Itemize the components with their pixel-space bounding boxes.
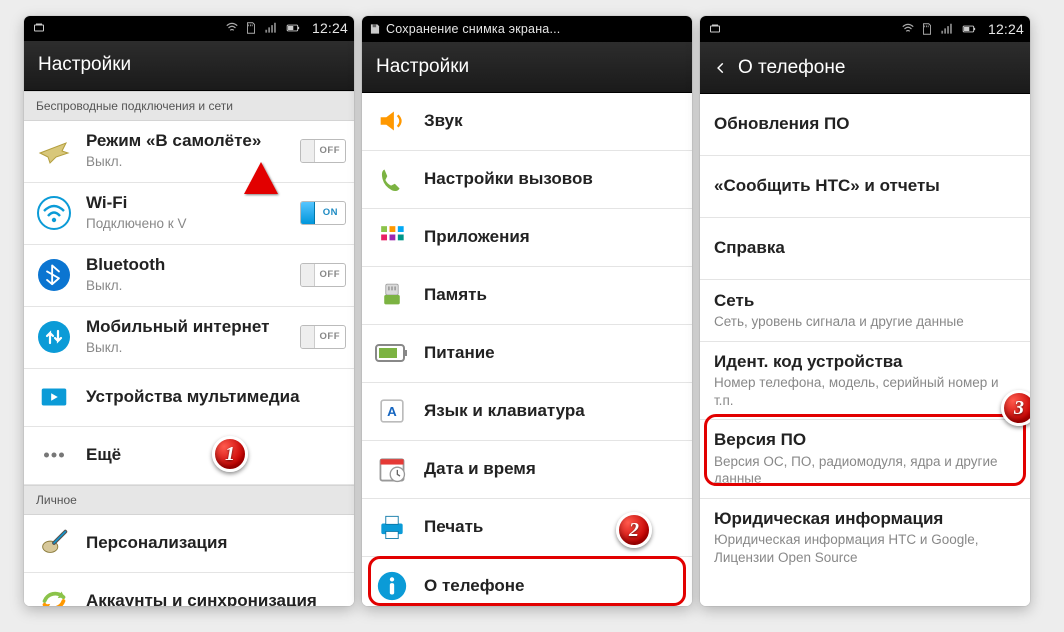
row-mobiledata[interactable]: Мобильный интернет Выкл. OFF bbox=[24, 307, 354, 369]
status-bar: 12:24 bbox=[700, 16, 1030, 42]
row-tellhtc[interactable]: «Сообщить HTC» и отчеты bbox=[700, 156, 1030, 218]
section-wireless: Беспроводные подключения и сети bbox=[24, 91, 354, 121]
row-apps[interactable]: Приложения bbox=[362, 209, 692, 267]
row-network[interactable]: Сеть Сеть, уровень сигнала и другие данн… bbox=[700, 280, 1030, 342]
row-updates[interactable]: Обновления ПО bbox=[700, 94, 1030, 156]
bluetooth-icon bbox=[34, 255, 74, 295]
wifi-icon bbox=[34, 193, 74, 233]
status-bar: 12:24 bbox=[24, 16, 354, 41]
row-about[interactable]: О телефоне bbox=[362, 557, 692, 606]
row-language[interactable]: A Язык и клавиатура bbox=[362, 383, 692, 441]
phone-screenshot-1: 12:24 Настройки Беспроводные подключения… bbox=[24, 16, 354, 606]
screen-title: Настройки bbox=[376, 56, 469, 78]
row-airplane[interactable]: Режим «В самолёте» Выкл. OFF bbox=[24, 121, 354, 183]
clock: 12:24 bbox=[312, 20, 348, 36]
sync-icon bbox=[34, 581, 74, 606]
power-icon bbox=[372, 333, 412, 373]
wifi-icon bbox=[900, 22, 916, 36]
screen-title: Настройки bbox=[38, 54, 131, 76]
mobiledata-toggle[interactable]: OFF bbox=[300, 325, 346, 349]
about-list[interactable]: Обновления ПО «Сообщить HTC» и отчеты Сп… bbox=[700, 94, 1030, 606]
row-swversion[interactable]: Версия ПО Версия ОС, ПО, радиомодуля, яд… bbox=[700, 420, 1030, 498]
airplane-icon bbox=[34, 131, 74, 171]
row-help[interactable]: Справка bbox=[700, 218, 1030, 280]
row-print[interactable]: Печать bbox=[362, 499, 692, 557]
svg-text:A: A bbox=[387, 404, 397, 419]
settings-list[interactable]: Звук Настройки вызовов Приложения Память bbox=[362, 93, 692, 606]
datetime-icon bbox=[372, 449, 412, 489]
print-icon bbox=[372, 507, 412, 547]
sd-icon bbox=[920, 22, 934, 36]
row-sound[interactable]: Звук bbox=[362, 93, 692, 151]
row-legal[interactable]: Юридическая информация Юридическая инфор… bbox=[700, 499, 1030, 576]
row-multimedia[interactable]: Устройства мультимедиа bbox=[24, 369, 354, 427]
more-icon bbox=[34, 435, 74, 475]
windows-icon bbox=[706, 23, 724, 35]
sd-icon bbox=[244, 21, 258, 35]
chevron-left-icon bbox=[714, 57, 728, 79]
language-icon: A bbox=[372, 391, 412, 431]
row-wifi[interactable]: Wi-Fi Подключено к V ON bbox=[24, 183, 354, 245]
signal-icon bbox=[938, 22, 954, 36]
screen-title: О телефоне bbox=[738, 57, 845, 79]
row-personalize[interactable]: Персонализация bbox=[24, 515, 354, 573]
apps-icon bbox=[372, 217, 412, 257]
phone-screenshot-3: 12:24 О телефоне Обновления ПО «Сообщить… bbox=[700, 16, 1030, 606]
windows-icon bbox=[30, 22, 48, 34]
storage-icon bbox=[372, 275, 412, 315]
row-accounts[interactable]: Аккаунты и синхронизация bbox=[24, 573, 354, 607]
row-datetime[interactable]: Дата и время bbox=[362, 441, 692, 499]
row-bluetooth[interactable]: Bluetooth Выкл. OFF bbox=[24, 245, 354, 307]
save-icon bbox=[368, 22, 382, 36]
signal-icon bbox=[262, 21, 278, 35]
row-more[interactable]: Ещё bbox=[24, 427, 354, 485]
battery-icon bbox=[282, 21, 304, 35]
battery-icon bbox=[958, 22, 980, 36]
section-personal: Личное bbox=[24, 485, 354, 515]
personalize-icon bbox=[34, 523, 74, 563]
about-icon bbox=[372, 566, 412, 606]
row-identity[interactable]: Идент. код устройства Номер телефона, мо… bbox=[700, 342, 1030, 420]
bluetooth-toggle[interactable]: OFF bbox=[300, 263, 346, 287]
row-calls[interactable]: Настройки вызовов bbox=[362, 151, 692, 209]
calls-icon bbox=[372, 159, 412, 199]
phone-screenshot-2: Сохранение снимка экрана... Настройки Зв… bbox=[362, 16, 692, 606]
row-title: Режим «В самолёте» bbox=[86, 131, 300, 151]
row-power[interactable]: Питание bbox=[362, 325, 692, 383]
row-storage[interactable]: Память bbox=[362, 267, 692, 325]
row-sub: Выкл. bbox=[86, 153, 300, 171]
airplane-toggle[interactable]: OFF bbox=[300, 139, 346, 163]
saving-text: Сохранение снимка экрана... bbox=[386, 22, 560, 36]
status-bar: Сохранение снимка экрана... bbox=[362, 16, 692, 42]
multimedia-icon bbox=[34, 377, 74, 417]
wifi-icon bbox=[224, 21, 240, 35]
sound-icon bbox=[372, 101, 412, 141]
wifi-toggle[interactable]: ON bbox=[300, 201, 346, 225]
action-bar[interactable]: О телефоне bbox=[700, 42, 1030, 94]
action-bar: Настройки bbox=[362, 42, 692, 93]
action-bar: Настройки bbox=[24, 41, 354, 91]
mobiledata-icon bbox=[34, 317, 74, 357]
settings-list[interactable]: Беспроводные подключения и сети Режим «В… bbox=[24, 91, 354, 607]
back-button[interactable] bbox=[714, 57, 728, 79]
